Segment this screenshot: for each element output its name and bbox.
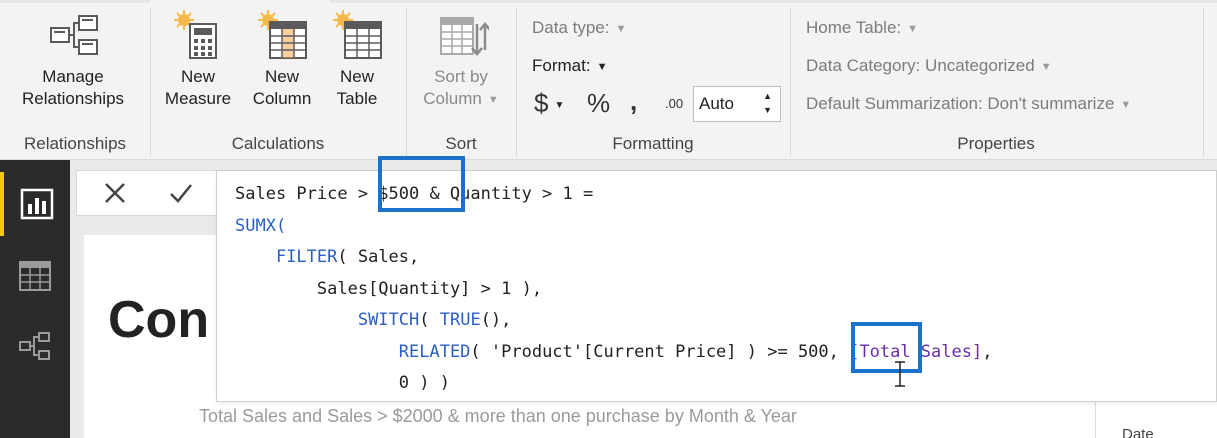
formula-line-3-rest: ( Sales,	[337, 247, 420, 267]
decimal-places-spinner[interactable]: Auto ▲ ▼	[693, 86, 781, 122]
report-view-button[interactable]	[0, 172, 70, 236]
formula-line-4: Sales[Quantity] > 1 ),	[316, 278, 543, 299]
new-table-line1: New	[339, 67, 374, 86]
formula-keyword-sumx: SUMX	[235, 215, 276, 236]
manage-label-line1: Manage	[42, 67, 104, 86]
properties-group-label: Properties	[957, 134, 1035, 153]
decimal-places-value: Auto	[699, 94, 734, 113]
new-measure-line2: Measure	[164, 89, 232, 108]
group-relationships: Manage Relationships Relationships	[0, 0, 150, 160]
slicer-panel: Date	[1095, 402, 1217, 438]
formatting-group-label: Formatting	[612, 134, 694, 153]
new-measure-line1: New	[180, 67, 215, 86]
sort-group-label: Sort	[445, 134, 477, 153]
home-table-label: Home Table:	[806, 18, 902, 37]
text-cursor-icon	[895, 361, 905, 387]
formula-line-5-rest: (),	[480, 310, 512, 330]
formula-keyword-filter: FILTER	[275, 247, 338, 267]
percent-format-button[interactable]: %	[587, 88, 610, 119]
sort-by-column-button[interactable]: Sort by Column ▼	[415, 10, 507, 111]
chevron-down-icon: ▼	[487, 93, 499, 106]
relationships-group-label: Relationships	[23, 134, 127, 153]
model-view-icon	[19, 332, 50, 360]
dax-formula-editor[interactable]: Sales Price > $500 & Quantity > 1 = SUMX…	[216, 170, 1217, 402]
sort-label-line2: Column	[423, 89, 482, 108]
cancel-formula-button[interactable]	[97, 177, 133, 209]
group-divider	[1203, 8, 1204, 156]
default-summarization-dropdown[interactable]: Default Summarization: Don't summarize ▼	[806, 94, 1131, 114]
report-view-icon	[20, 188, 54, 220]
commit-formula-button[interactable]	[163, 177, 199, 209]
comma-format-button[interactable]: ,	[630, 86, 637, 117]
manage-label-line2: Relationships	[21, 89, 125, 108]
chevron-down-icon: ▼	[554, 99, 565, 111]
formula-line-5-mid: (	[419, 310, 440, 330]
model-view-button[interactable]	[0, 314, 70, 378]
new-column-line2: Column	[252, 89, 312, 108]
chevron-down-icon: ▼	[1120, 98, 1132, 111]
currency-format-button[interactable]: $ ▼	[534, 88, 564, 119]
visual-title: Total Sales and Sales > $2000 & more tha…	[199, 406, 797, 426]
data-type-dropdown[interactable]: Data type: ▼	[532, 18, 626, 38]
formula-keyword-related: RELATED	[398, 341, 471, 362]
group-formatting: Data type: ▼ Format: ▼ $ ▼ % , .00 Auto ▲ ▼ …	[517, 0, 789, 160]
new-column-icon	[258, 10, 307, 59]
data-category-label: Data Category: Uncategorized	[806, 56, 1035, 75]
chevron-down-icon: ▼	[615, 22, 627, 35]
new-table-icon	[333, 10, 382, 59]
spinner-arrows-icon[interactable]: ▲ ▼	[763, 89, 772, 117]
manage-relationships-icon	[50, 15, 98, 55]
manage-relationships-button[interactable]: Manage Relationships	[8, 10, 138, 110]
home-table-dropdown[interactable]: Home Table: ▼	[806, 18, 918, 38]
group-properties: Home Table: ▼ Data Category: Uncategorize…	[791, 0, 1201, 160]
decimal-icon: .00	[665, 96, 684, 111]
data-view-icon	[19, 261, 51, 291]
new-measure-button[interactable]: New Measure	[157, 10, 239, 110]
close-icon	[105, 183, 125, 203]
new-measure-icon	[174, 10, 217, 59]
format-label: Format:	[532, 56, 591, 75]
formula-open-paren: (	[275, 215, 287, 236]
group-sort: Sort by Column ▼ Sort	[407, 0, 515, 160]
calculations-group-label: Calculations	[231, 134, 325, 153]
highlight-box-500-title	[378, 156, 465, 212]
sort-by-column-icon	[440, 17, 489, 56]
new-table-line2: Table	[336, 89, 378, 108]
data-view-button[interactable]	[0, 244, 70, 308]
checkmark-icon	[170, 184, 192, 203]
format-dropdown[interactable]: Format: ▼	[532, 56, 607, 76]
view-switcher	[0, 160, 70, 438]
chevron-down-icon: ▼	[596, 60, 608, 73]
ribbon: Manage Relationships Relationships New M…	[0, 0, 1217, 160]
new-table-button[interactable]: New Table	[325, 10, 389, 110]
formula-line-6-end: ,	[982, 341, 993, 362]
currency-symbol: $	[534, 88, 549, 118]
highlight-box-500-value	[851, 322, 922, 373]
page-title: Con	[108, 291, 210, 349]
data-category-dropdown[interactable]: Data Category: Uncategorized ▼	[806, 56, 1052, 76]
new-column-line1: New	[264, 67, 299, 86]
formula-line-7: 0 ) )	[398, 373, 450, 393]
data-type-label: Data type:	[532, 18, 610, 37]
decimal-places-button[interactable]: .00	[665, 96, 683, 111]
chevron-down-icon: ▼	[907, 22, 919, 35]
default-summarization-label: Default Summarization: Don't summarize	[806, 94, 1115, 113]
formula-keyword-true: TRUE	[439, 310, 481, 330]
new-column-button[interactable]: New Column	[243, 10, 321, 110]
power-bi-desktop: Manage Relationships Relationships New M…	[0, 0, 1217, 438]
sort-label-line1: Sort by	[434, 67, 488, 86]
formula-keyword-switch: SWITCH	[357, 310, 420, 330]
slicer-label: Date	[1122, 426, 1154, 438]
group-calculations: New Measure New Column New Table Calcula…	[151, 0, 405, 160]
formula-line-6-rest: ( 'Product'[Current Price] ) >= 500,	[470, 341, 850, 362]
chevron-down-icon: ▼	[1040, 60, 1052, 73]
